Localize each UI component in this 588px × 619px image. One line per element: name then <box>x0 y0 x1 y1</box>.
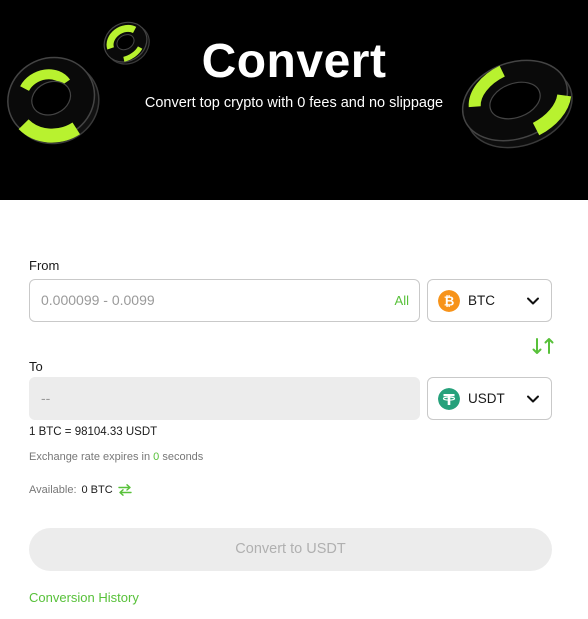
bitcoin-icon: ₿ <box>438 290 460 312</box>
chevron-down-icon <box>527 297 539 305</box>
page-subtitle: Convert top crypto with 0 fees and no sl… <box>144 95 444 111</box>
hero-banner: Convert Convert top crypto with 0 fees a… <box>0 0 588 200</box>
rate-expiry-prefix: Exchange rate expires in <box>29 451 151 463</box>
exchange-rate-text: 1 BTC = 98104.33 USDT <box>29 426 158 438</box>
from-coin-name: BTC <box>468 293 495 308</box>
rate-expiry-text: Exchange rate expires in 0 seconds <box>29 451 203 463</box>
transfer-icon[interactable] <box>118 484 132 496</box>
all-button[interactable]: All <box>395 293 409 308</box>
available-amount: 0 BTC <box>81 484 113 496</box>
from-label: From <box>29 258 60 273</box>
to-amount-placeholder: -- <box>41 390 51 406</box>
to-amount-field: -- <box>29 377 420 420</box>
from-amount-input[interactable]: 0.000099 - 0.0099 All <box>29 279 420 322</box>
tether-icon <box>438 388 460 410</box>
page-title: Convert <box>201 35 387 88</box>
to-label: To <box>29 359 43 374</box>
available-label: Available: <box>29 484 77 496</box>
available-balance: Available: 0 BTC <box>29 484 113 496</box>
rate-expiry-seconds: 0 <box>153 451 160 463</box>
convert-button[interactable]: Convert to USDT <box>29 528 552 571</box>
svg-text:₿: ₿ <box>444 295 455 310</box>
to-coin-select[interactable]: USDT <box>427 377 552 420</box>
chevron-down-icon <box>527 395 539 403</box>
conversion-history-link[interactable]: Conversion History <box>29 590 139 605</box>
rate-expiry-suffix: seconds <box>162 451 204 463</box>
to-coin-name: USDT <box>468 391 505 406</box>
swap-direction-icon[interactable] <box>532 336 554 356</box>
from-coin-select[interactable]: ₿ BTC <box>427 279 552 322</box>
from-amount-placeholder: 0.000099 - 0.0099 <box>41 292 155 308</box>
